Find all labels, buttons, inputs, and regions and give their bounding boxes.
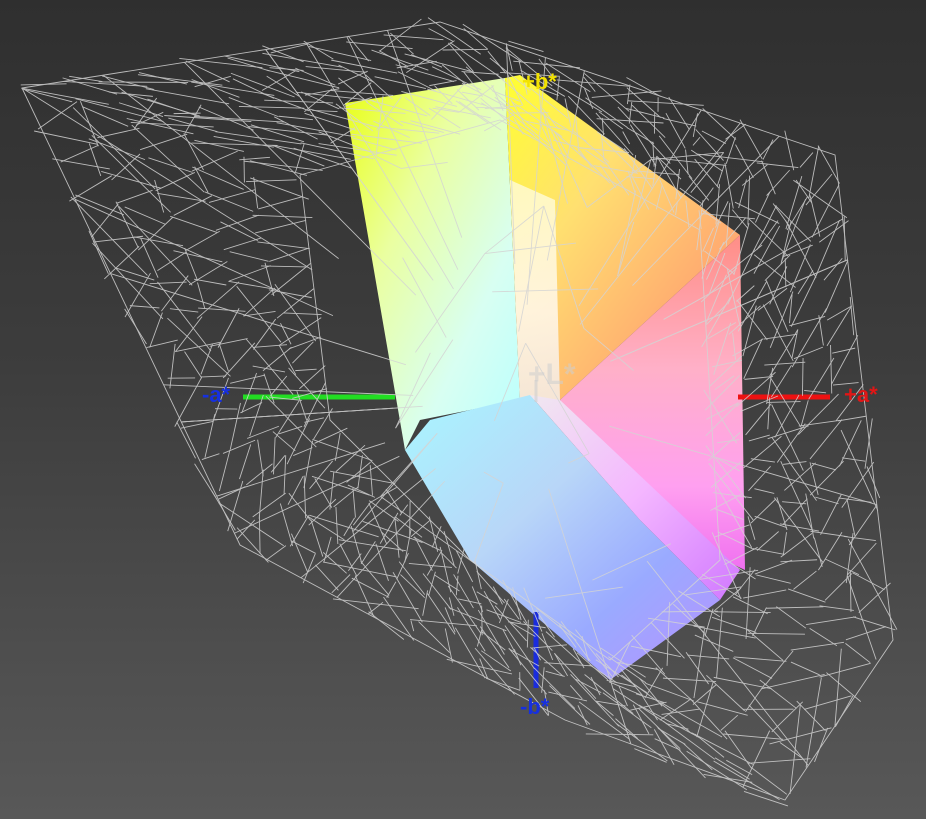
axis-label-plus-l: +L* (528, 358, 576, 391)
axis-label-plus-b: +b* (522, 69, 557, 94)
gamut-scene (20, 17, 898, 807)
gamut-3d-viewport[interactable]: +b* -b* -a* +a* +L* (0, 0, 926, 819)
axis-label-minus-b: -b* (520, 694, 550, 719)
gamut-face-yellow-green (345, 78, 520, 450)
axis-label-minus-a: -a* (202, 382, 231, 407)
axis-label-plus-a: +a* (844, 382, 878, 407)
